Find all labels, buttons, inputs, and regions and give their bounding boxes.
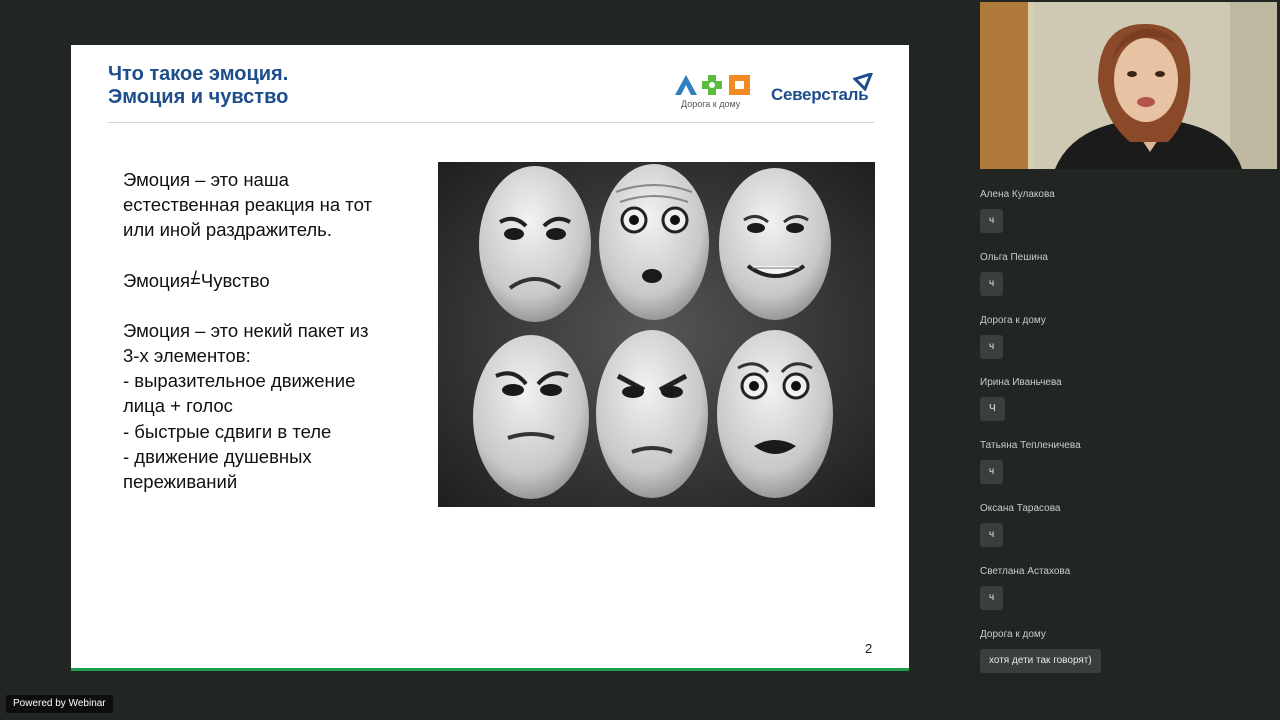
- message-author: Алена Кулакова: [980, 189, 1055, 200]
- text-line: лица + голос: [123, 395, 233, 417]
- powered-by-badge[interactable]: Powered by Webinar: [6, 695, 113, 713]
- text-line: 3-х элементов:: [123, 345, 251, 367]
- message-author: Дорога к дому: [980, 628, 1046, 640]
- slide-body-text: Эмоция – это наша естественная реакция н…: [123, 167, 423, 494]
- chat-message: Ольга Пешина ч: [980, 246, 1280, 309]
- message-bubble: ч: [980, 271, 1004, 296]
- message-bubble: ч: [980, 522, 1004, 547]
- message-author: Дорога к дому: [980, 314, 1046, 326]
- message-author: Татьяна Тепленичева: [980, 440, 1081, 452]
- message-author: Светлана Астахова: [980, 565, 1071, 577]
- message-bubble: ч: [980, 460, 1004, 485]
- text-line: естественная реакция на тот: [123, 194, 372, 216]
- message-author: Оксана Тарасова: [980, 502, 1061, 514]
- paragraph-components: Эмоция – это некий пакет из 3-х элементо…: [123, 318, 423, 494]
- severstal-mark-icon: [853, 73, 873, 91]
- message-bubble: ч: [980, 585, 1004, 610]
- mask-fearful: [717, 330, 833, 498]
- message-bubble: Ч: [980, 397, 1005, 422]
- message-author: Ольга Пешина: [980, 251, 1048, 263]
- doroga-k-domu-logo: Дорога к дому: [673, 73, 753, 113]
- slide-title: Что такое эмоция. Эмоция и чувство: [108, 63, 288, 109]
- text-emotion: Эмоция: [123, 269, 191, 291]
- text-line: - выразительное движение: [123, 370, 356, 392]
- title-divider: [108, 122, 874, 123]
- mask-angry: [596, 330, 708, 498]
- presentation-slide: Что такое эмоция. Эмоция и чувство Дорог…: [71, 45, 909, 671]
- mask-happy: [719, 168, 831, 320]
- presenter-video: [980, 2, 1277, 169]
- chat-message: Дорога к дому ч: [980, 309, 1280, 372]
- chat-message: Ирина Иваньчева Ч: [980, 371, 1280, 434]
- slide-title-line-2: Эмоция и чувство: [108, 86, 289, 108]
- text-line: - быстрые сдвиги в теле: [123, 420, 332, 442]
- masks-photo: [438, 162, 875, 507]
- text-line: - движение душевных: [123, 445, 312, 467]
- slash-mark: /: [192, 267, 198, 288]
- chat-message: Дорога к дому хотя дети так говорят): [980, 623, 1280, 686]
- not-equal-sign: = /: [190, 268, 201, 293]
- text-line: или иной раздражитель.: [123, 219, 332, 241]
- mask-disgusted: [473, 335, 589, 499]
- text-feeling: Чувство: [200, 269, 270, 291]
- text-line: переживаний: [123, 471, 238, 493]
- chat-panel: Алена Кулакова ч Ольга Пешина ч Дорога к…: [980, 183, 1280, 685]
- chat-message: Татьяна Тепленичева ч: [980, 434, 1280, 497]
- message-bubble: хотя дети так говорят): [980, 648, 1101, 673]
- paragraph-definition: Эмоция – это наша естественная реакция н…: [123, 167, 423, 243]
- page-number: 2: [865, 641, 873, 656]
- slide-logos: Дорога к дому Северсталь: [673, 73, 873, 113]
- chat-message: Светлана Астахова ч: [980, 560, 1280, 623]
- text-line: Эмоция – это наша: [123, 169, 289, 190]
- message-bubble: ч: [980, 209, 1004, 233]
- slide-title-line-1: Что такое эмоция.: [108, 63, 289, 85]
- message-author: Ирина Иваньчева: [980, 377, 1062, 389]
- chat-message: Оксана Тарасова ч: [980, 497, 1280, 560]
- paragraph-not-equal: Эмоция= / Чувство: [123, 268, 423, 293]
- message-bubble: ч: [980, 334, 1004, 359]
- doroga-k-domu-caption: Дорога к дому: [681, 99, 741, 109]
- mask-surprised: [599, 164, 709, 320]
- text-line: Эмоция – это некий пакет из: [123, 319, 369, 341]
- doroga-k-domu-logo-icon: [675, 75, 750, 95]
- chat-message: Алена Кулакова ч: [980, 183, 1280, 246]
- mask-sad: [479, 166, 591, 322]
